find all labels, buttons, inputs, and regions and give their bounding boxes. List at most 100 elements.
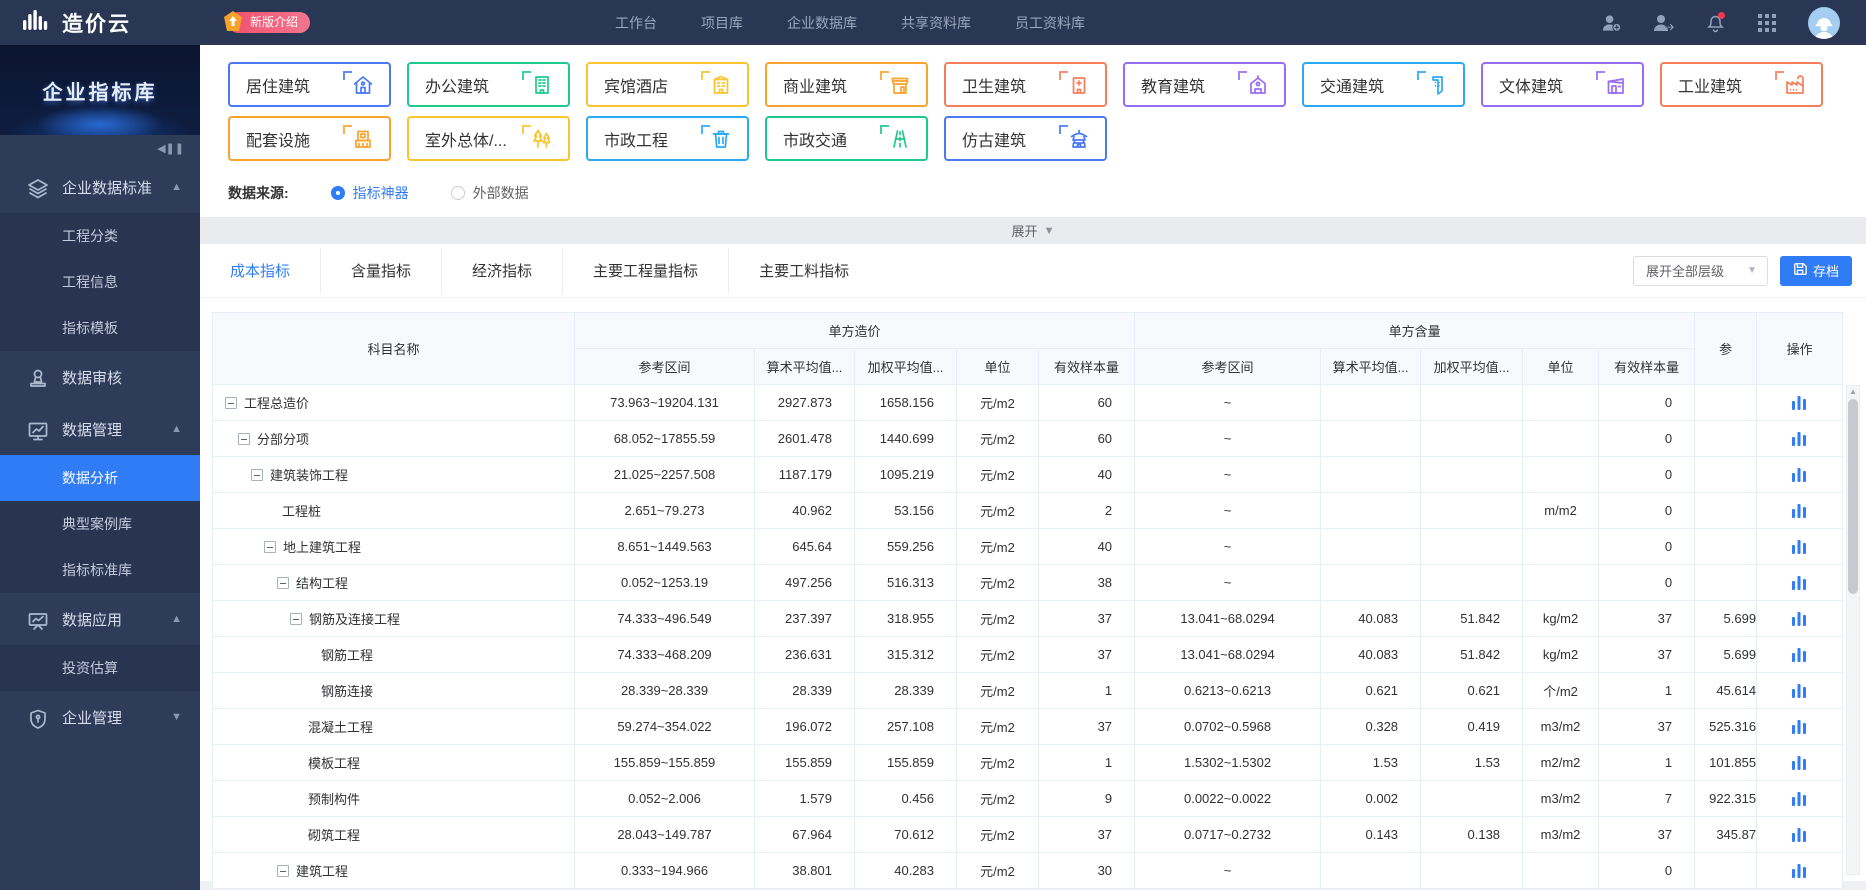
category-button-市政交通[interactable]: 市政交通 xyxy=(765,116,928,161)
radio-selected-icon xyxy=(330,186,345,200)
chart-action-icon[interactable] xyxy=(1792,395,1807,411)
collapse-toggle-icon[interactable] xyxy=(264,540,276,553)
chart-action-icon[interactable] xyxy=(1792,431,1807,447)
tab-成本指标[interactable]: 成本指标 xyxy=(200,244,320,297)
cell: 40 xyxy=(1037,456,1136,493)
sidebar-subitem-工程分类[interactable]: 工程分类 xyxy=(0,213,200,259)
tab-含量指标[interactable]: 含量指标 xyxy=(321,244,441,297)
chart-action-icon[interactable] xyxy=(1792,539,1807,555)
monitor-chart-icon xyxy=(26,419,48,441)
collapse-toggle-icon[interactable] xyxy=(277,576,289,589)
collapse-toggle-icon[interactable] xyxy=(277,864,289,877)
tab-经济指标[interactable]: 经济指标 xyxy=(442,244,562,297)
avatar[interactable] xyxy=(1808,6,1840,39)
data-source-radio-0[interactable]: 指标神器 xyxy=(330,183,409,203)
cell xyxy=(1694,384,1758,421)
data-source-label: 数据来源: xyxy=(228,185,289,201)
table-row: 建筑装饰工程 21.025~2257.508 1187.179 1095.219 元/m… xyxy=(212,456,1844,493)
category-button-居住建筑[interactable]: 居住建筑 xyxy=(228,62,391,107)
vertical-scrollbar[interactable]: ▲ xyxy=(1846,385,1860,875)
sidebar-menu: 企业数据标准 ▲ 工程分类 工程信息 指标模板 数据审核 数据管理 ▲ 数据分析 典型案例库 指标标… xyxy=(0,161,200,743)
cell: 0.456 xyxy=(854,780,957,817)
cell: 37 xyxy=(1598,636,1696,673)
category-button-室外总体/...[interactable]: 室外总体/... xyxy=(407,116,570,161)
hotel-icon xyxy=(701,70,735,99)
sidebar-subitem-指标模板[interactable]: 指标模板 xyxy=(0,305,200,351)
sidebar-item-2[interactable]: 数据管理 ▲ xyxy=(0,403,200,455)
chart-action-icon[interactable] xyxy=(1792,755,1807,771)
col-cost-unit: 单位 xyxy=(956,348,1039,385)
subject-name-cell: 结构工程 xyxy=(212,564,575,601)
nav-item-1[interactable]: 项目库 xyxy=(701,13,743,33)
cell: 9 xyxy=(1037,780,1136,817)
category-button-商业建筑[interactable]: 商业建筑 xyxy=(765,62,928,107)
category-button-交通建筑[interactable]: 交通建筑 xyxy=(1302,62,1465,107)
cell: 45.614 xyxy=(1694,672,1758,709)
chart-action-icon[interactable] xyxy=(1792,683,1807,699)
expand-collapse-bar[interactable]: 展开 ▼ xyxy=(200,217,1866,244)
add-user-icon[interactable] xyxy=(1600,12,1622,34)
notification-bell-icon[interactable] xyxy=(1704,11,1726,34)
col-cost-range: 参考区间 xyxy=(574,348,755,385)
category-button-办公建筑[interactable]: 办公建筑 xyxy=(407,62,570,107)
category-button-卫生建筑[interactable]: 卫生建筑 xyxy=(944,62,1107,107)
chart-action-icon[interactable] xyxy=(1792,863,1807,879)
nav-item-2[interactable]: 企业数据库 xyxy=(787,13,857,33)
chart-action-icon[interactable] xyxy=(1792,647,1807,663)
sidebar-item-3[interactable]: 数据应用 ▲ xyxy=(0,593,200,645)
table-row: 建筑工程 0.333~194.966 38.801 40.283 元/m2 30 ~0 xyxy=(212,852,1844,889)
apps-grid-icon[interactable] xyxy=(1756,12,1778,34)
cell: 元/m2 xyxy=(956,528,1039,565)
sidebar-subitem-指标标准库[interactable]: 指标标准库 xyxy=(0,547,200,593)
chart-action-icon[interactable] xyxy=(1792,503,1807,519)
category-button-教育建筑[interactable]: 教育建筑 xyxy=(1123,62,1286,107)
subject-label: 钢筋及连接工程 xyxy=(309,612,401,627)
nav-item-3[interactable]: 共享资料库 xyxy=(901,13,971,33)
sidebar-subitem-数据分析[interactable]: 数据分析 xyxy=(0,455,200,501)
collapse-toggle-icon[interactable] xyxy=(290,612,302,625)
chart-action-icon[interactable] xyxy=(1792,719,1807,735)
action-cell xyxy=(1756,600,1844,637)
collapse-toggle-icon[interactable] xyxy=(225,396,237,409)
category-button-配套设施[interactable]: 配套设施 xyxy=(228,116,391,161)
cell: 1.53 xyxy=(1320,744,1422,781)
sidebar-item-0[interactable]: 企业数据标准 ▲ xyxy=(0,161,200,213)
subject-name-cell: 地上建筑工程 xyxy=(212,528,575,565)
scrollbar-thumb[interactable] xyxy=(1848,399,1858,594)
nav-item-4[interactable]: 员工资料库 xyxy=(1015,13,1085,33)
sidebar-subitem-投资估算[interactable]: 投资估算 xyxy=(0,645,200,691)
sidebar-collapse-icon[interactable]: ◀❚❚ xyxy=(0,135,200,161)
collapse-toggle-icon[interactable] xyxy=(251,468,263,481)
chart-action-icon[interactable] xyxy=(1792,467,1807,483)
sidebar-item-1[interactable]: 数据审核 xyxy=(0,351,200,403)
category-button-工业建筑[interactable]: 工业建筑 xyxy=(1660,62,1823,107)
collapse-toggle-icon[interactable] xyxy=(238,432,250,445)
sidebar-subitem-工程信息[interactable]: 工程信息 xyxy=(0,259,200,305)
chart-action-icon[interactable] xyxy=(1792,575,1807,591)
cell xyxy=(1420,420,1524,457)
subject-label: 结构工程 xyxy=(296,576,349,591)
category-button-仿古建筑[interactable]: 仿古建筑 xyxy=(944,116,1107,161)
data-source-radio-1[interactable]: 外部数据 xyxy=(450,183,529,203)
cell: m2/m2 xyxy=(1522,744,1600,781)
chart-action-icon[interactable] xyxy=(1792,611,1807,627)
chart-action-icon[interactable] xyxy=(1792,791,1807,807)
tab-主要工程量指标[interactable]: 主要工程量指标 xyxy=(563,244,728,297)
archive-button[interactable]: 存档 xyxy=(1779,255,1852,286)
category-button-文体建筑[interactable]: 文体建筑 xyxy=(1481,62,1644,107)
category-button-宾馆酒店[interactable]: 宾馆酒店 xyxy=(586,62,749,107)
subject-name-cell: 模板工程 xyxy=(212,744,575,781)
expand-level-dropdown[interactable]: 展开全部层级 ▼ xyxy=(1632,255,1768,286)
scroll-up-arrow[interactable]: ▲ xyxy=(1847,386,1859,398)
tab-主要工料指标[interactable]: 主要工料指标 xyxy=(729,244,879,297)
switch-user-icon[interactable] xyxy=(1652,12,1674,34)
cell xyxy=(1694,456,1758,493)
sidebar-subitem-典型案例库[interactable]: 典型案例库 xyxy=(0,501,200,547)
nav-item-0[interactable]: 工作台 xyxy=(615,13,657,33)
sidebar-item-4[interactable]: 企业管理 ▼ xyxy=(0,691,200,743)
category-button-市政工程[interactable]: 市政工程 xyxy=(586,116,749,161)
subject-name: 工程桩 xyxy=(214,501,574,520)
new-version-badge[interactable]: 新版介绍 xyxy=(224,10,311,34)
cell: 559.256 xyxy=(854,528,957,565)
chart-action-icon[interactable] xyxy=(1792,827,1807,843)
